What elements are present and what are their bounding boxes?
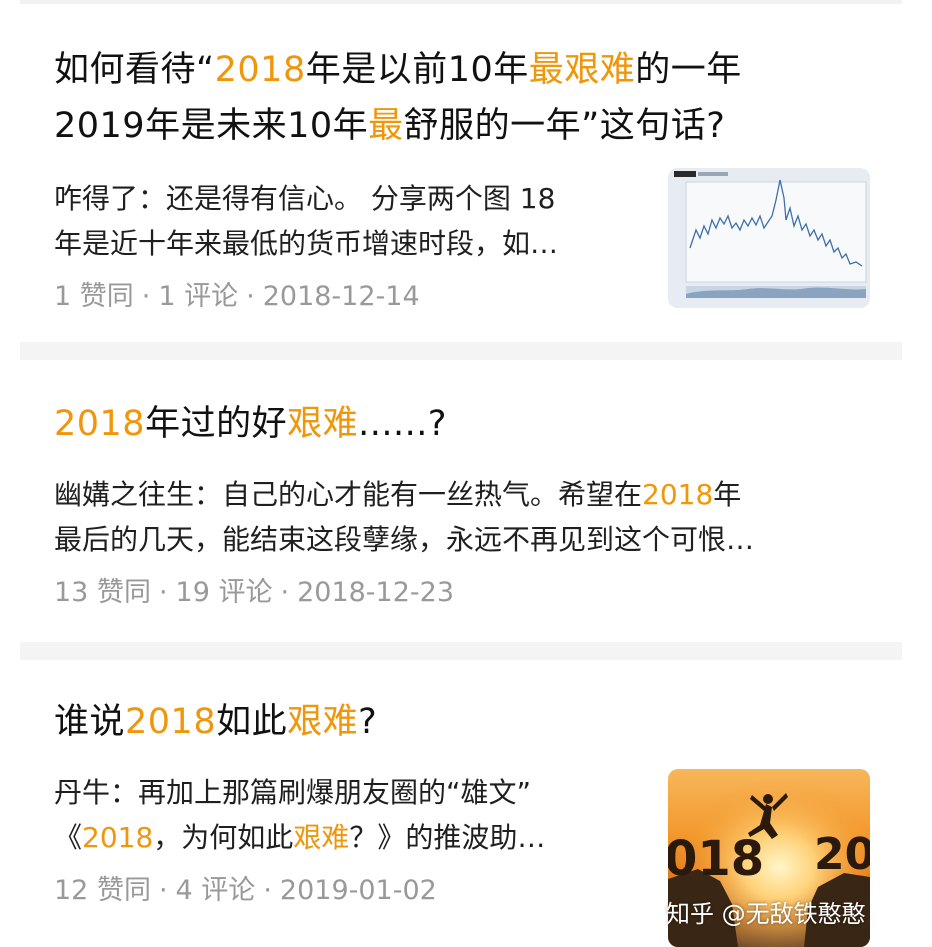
text-segment: ......? (358, 404, 447, 444)
text-segment: 如此 (216, 702, 288, 742)
comment-count: 1 评论 (158, 281, 239, 312)
question-title[interactable]: 谁说2018如此艰难? (54, 694, 870, 750)
answer-excerpt[interactable]: 咋得了：还是得有信心。 分享两个图 18 年是近十年来最低的货币增速时段，如… (54, 176, 644, 266)
highlight-keyword: 2018 (214, 50, 306, 90)
answer-meta: 13 赞同 · 19 评论 · 2018-12-23 (54, 577, 455, 608)
text-segment: 年是以前10年 (305, 50, 529, 90)
text-segment: 的一年 (635, 50, 742, 90)
vote-count: 13 赞同 (54, 577, 151, 608)
answer-card[interactable]: 谁说2018如此艰难? 丹牛：再加上那篇刷爆朋友圈的“雄文” 《2018，为何如此… (54, 694, 870, 947)
comment-count: 19 评论 (175, 577, 273, 608)
highlight-keyword: 2018 (82, 821, 154, 854)
answer-excerpt[interactable]: 幽媾之往生：自己的心才能有一丝热气。希望在2018年最后的几天，能结束这段孽缘，… (54, 472, 870, 562)
answer-card[interactable]: 2018年过的好艰难......? 幽媾之往生：自己的心才能有一丝热气。希望在2… (54, 396, 870, 609)
text-segment: 如何看待“ (54, 50, 215, 90)
highlight-keyword: 2018 (642, 478, 714, 511)
highlight-keyword: 2018 (54, 404, 146, 444)
text-segment: 2019年是未来10年 (54, 106, 369, 146)
text-segment: 年是近十年来最低的货币增速时段，如… (54, 227, 559, 260)
text-segment: 幽媾之往生：自己的心才能有一丝热气。希望在 (54, 478, 643, 511)
answer-excerpt[interactable]: 丹牛：再加上那篇刷爆朋友圈的“雄文” 《2018，为何如此艰难？》的推波助… (54, 770, 644, 860)
chart-thumbnail[interactable] (668, 168, 870, 308)
text-segment: 《 (54, 821, 83, 854)
photo-text-left: 018 (668, 831, 764, 887)
text-segment: 谁说 (54, 702, 126, 742)
highlight-keyword: 最艰难 (528, 50, 636, 90)
top-divider (20, 0, 902, 4)
highlight-keyword: 艰难 (287, 404, 359, 444)
text-segment: 年 (713, 478, 742, 511)
photo-text-right: 201 (814, 829, 870, 880)
highlight-keyword: 艰难 (287, 702, 359, 742)
card-divider (20, 342, 902, 360)
text-segment: ，为何如此 (153, 821, 294, 854)
text-segment: 咋得了：还是得有信心。 分享两个图 18 (54, 182, 556, 215)
answer-meta: 1 赞同 · 1 评论 · 2018-12-14 (54, 281, 420, 312)
highlight-keyword: 2018 (125, 702, 217, 742)
answer-card[interactable]: 如何看待“2018年是以前10年最艰难的一年 2019年是未来10年最舒服的一年”… (54, 42, 870, 313)
post-date: 2019-01-02 (279, 875, 437, 906)
text-segment: ？》的推波助… (349, 821, 546, 854)
text-segment: 舒服的一年”这句话? (403, 106, 726, 146)
vote-count: 1 赞同 (54, 281, 134, 312)
text-segment: ? (358, 702, 378, 742)
question-title[interactable]: 如何看待“2018年是以前10年最艰难的一年 2019年是未来10年最舒服的一年”… (54, 42, 870, 154)
text-segment: 最后的几天，能结束这段孽缘，永远不再见到这个可恨… (54, 523, 755, 556)
question-title[interactable]: 2018年过的好艰难......? (54, 396, 870, 452)
vote-count: 12 赞同 (54, 875, 151, 906)
highlight-keyword: 最 (368, 106, 404, 146)
text-segment: 丹牛：再加上那篇刷爆朋友圈的“雄文” (54, 776, 532, 809)
post-date: 2018-12-23 (297, 577, 455, 608)
answer-meta: 12 赞同 · 4 评论 · 2019-01-02 (54, 875, 437, 906)
comment-count: 4 评论 (175, 875, 256, 906)
post-date: 2018-12-14 (262, 281, 420, 312)
highlight-keyword: 艰难 (293, 821, 350, 854)
watermark: 知乎 @无敌铁憨憨 (666, 900, 866, 928)
card-divider (20, 642, 902, 660)
text-segment: 年过的好 (145, 404, 288, 444)
